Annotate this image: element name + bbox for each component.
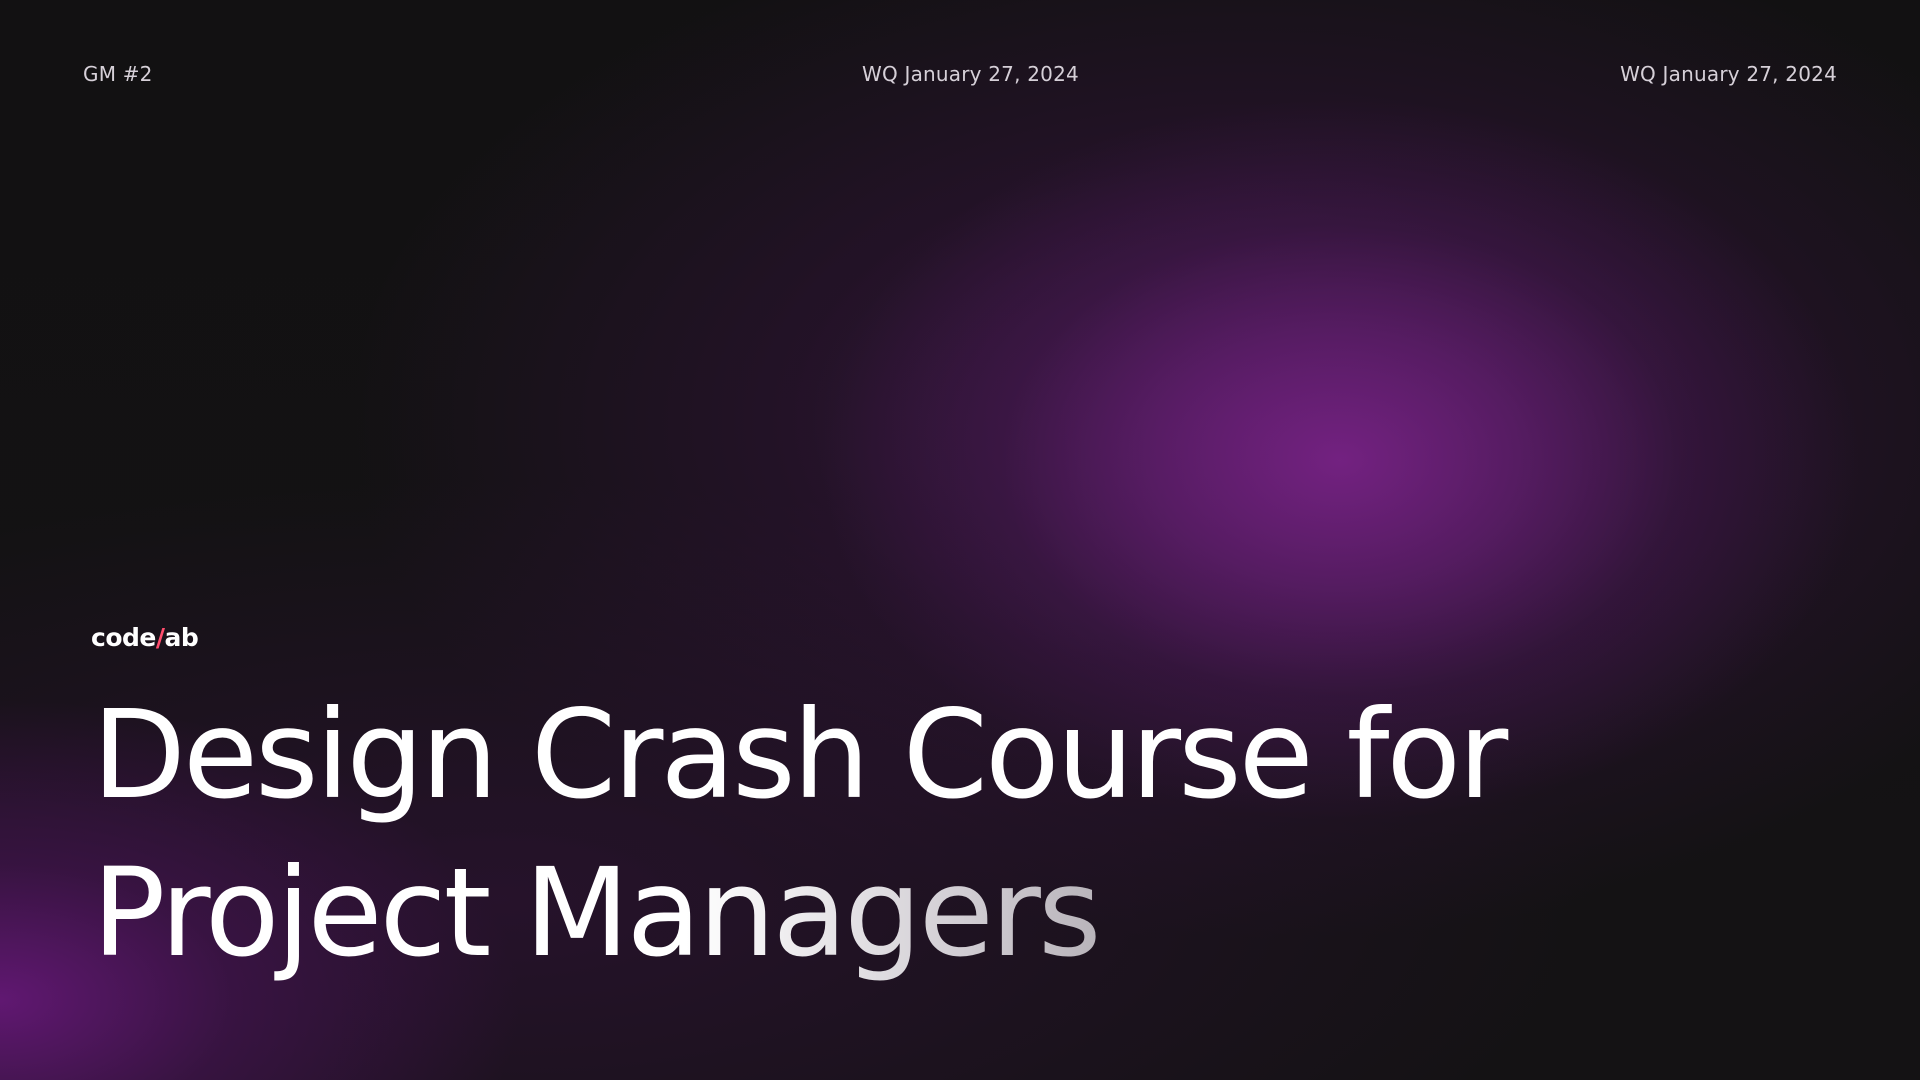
logo-part-ab: ab <box>164 623 199 652</box>
logo-accent-slash: / <box>155 623 165 652</box>
header-left-label: GM #2 <box>83 62 153 86</box>
headline: Design Crash Course for Project Managers <box>92 676 1508 992</box>
codelab-logo: code/ab <box>91 623 199 652</box>
slide-canvas: GM #2 WQ January 27, 2024 WQ January 27,… <box>0 0 1920 1080</box>
header-center-date: WQ January 27, 2024 <box>862 62 1079 86</box>
headline-line-1: Design Crash Course for <box>92 684 1508 826</box>
headline-line-2: Project Managers <box>92 834 1505 992</box>
header-right-date: WQ January 27, 2024 <box>1620 62 1837 86</box>
logo-part-code: code <box>91 623 156 652</box>
